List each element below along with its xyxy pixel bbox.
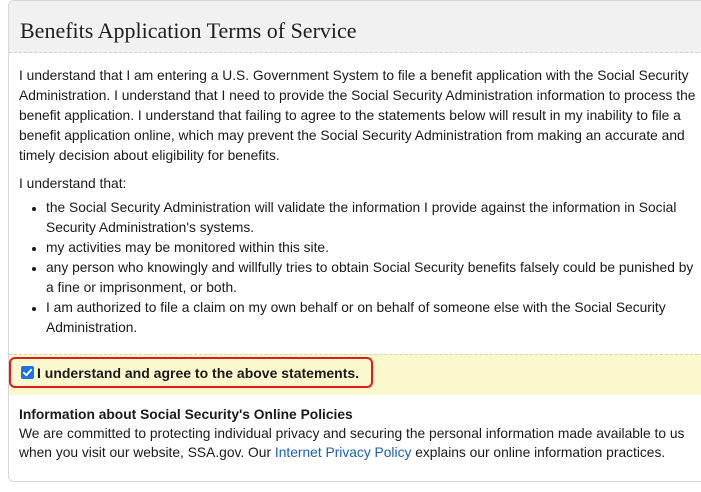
page-title: Benefits Application Terms of Service xyxy=(20,18,357,43)
understand-heading: I understand that: xyxy=(19,176,127,191)
list-item: the Social Security Administration will … xyxy=(46,198,698,238)
agree-section: I understand and agree to the above stat… xyxy=(9,354,701,395)
terms-body: I understand that I am entering a U.S. G… xyxy=(9,53,701,338)
intro-paragraph: I understand that I am entering a U.S. G… xyxy=(19,68,696,163)
policies-text-after: explains our online information practice… xyxy=(411,445,666,460)
internet-privacy-policy-link[interactable]: Internet Privacy Policy xyxy=(275,445,412,460)
policies-title: Information about Social Security's Onli… xyxy=(19,407,353,422)
list-item: any person who knowingly and willfully t… xyxy=(46,258,698,298)
online-policies-section: Information about Social Security's Onli… xyxy=(19,405,699,462)
statements-list: the Social Security Administration will … xyxy=(19,198,698,338)
policies-text: We are committed to protecting individua… xyxy=(19,424,699,462)
terms-panel: Benefits Application Terms of Service I … xyxy=(8,0,701,482)
agree-checkbox-group[interactable]: I understand and agree to the above stat… xyxy=(9,357,373,388)
list-item: I am authorized to file a claim on my ow… xyxy=(46,298,698,338)
checkmark-icon xyxy=(22,368,33,377)
panel-header: Benefits Application Terms of Service xyxy=(9,1,701,53)
agree-checkbox[interactable] xyxy=(21,366,34,379)
agree-label[interactable]: I understand and agree to the above stat… xyxy=(37,365,359,381)
list-item: my activities may be monitored within th… xyxy=(46,238,698,258)
